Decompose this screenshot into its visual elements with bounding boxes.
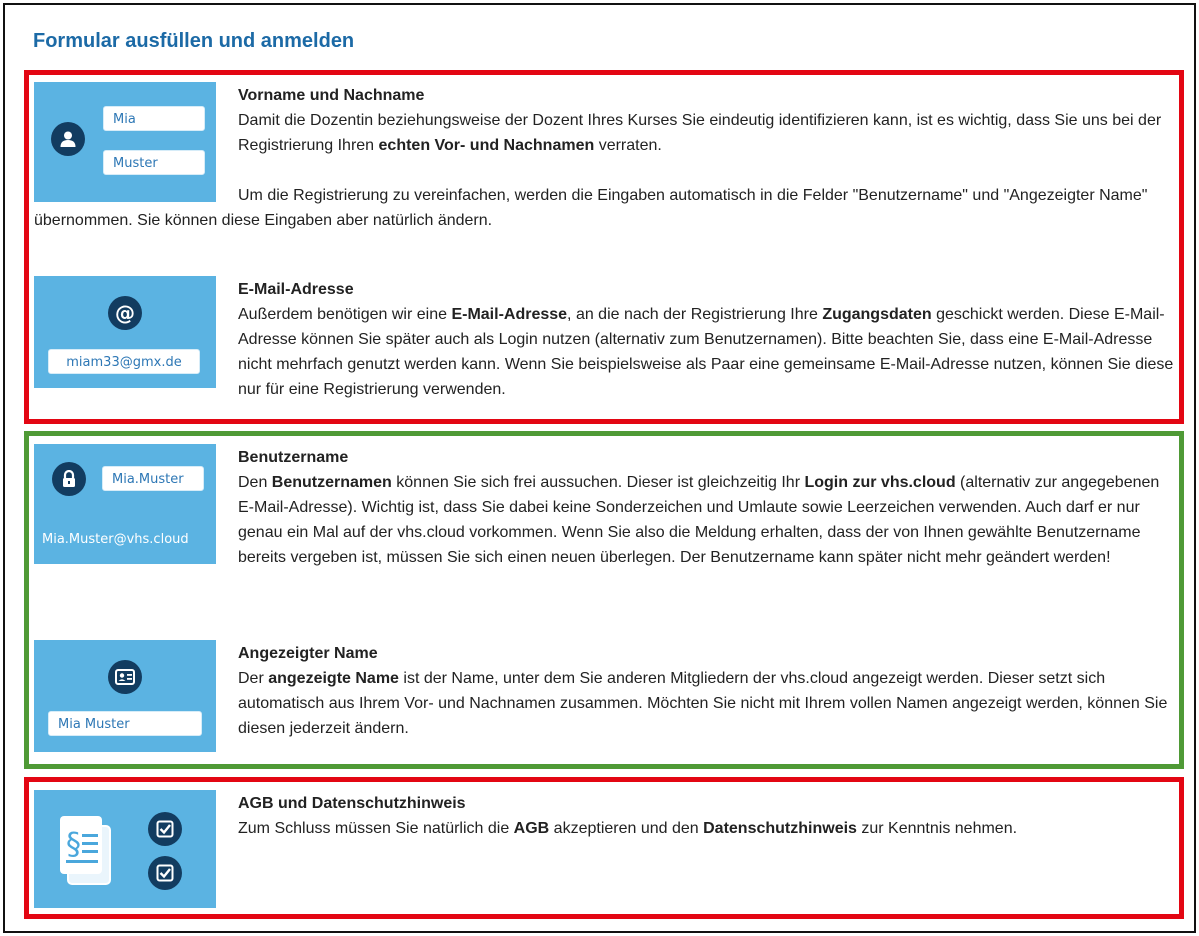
name-illustration: Mia Muster	[34, 82, 216, 202]
entry-display-name: Mia Muster Angezeigter Name Der angezeig…	[34, 640, 1174, 752]
checkbox-icon	[148, 856, 182, 890]
entry-username: Mia.Muster Mia.Muster@vhs.cloud Benutzer…	[34, 444, 1174, 570]
id-card-icon	[108, 660, 142, 694]
email-field: miam33@gmx.de	[48, 349, 200, 374]
username-illustration: Mia.Muster Mia.Muster@vhs.cloud	[34, 444, 216, 564]
at-icon: @	[108, 296, 142, 330]
lock-icon	[52, 462, 86, 496]
document-paragraph-icon: §	[56, 812, 126, 900]
entry-email: @ miam33@gmx.de E-Mail-Adresse Außerdem …	[34, 276, 1174, 402]
terms-illustration: §	[34, 790, 216, 908]
first-name-field: Mia	[103, 106, 205, 131]
checkbox-icon	[148, 812, 182, 846]
page-title: Formular ausfüllen und anmelden	[33, 30, 355, 52]
entry-name: Mia Muster Vorname und Nachname Damit di…	[34, 82, 1174, 233]
email-illustration: @ miam33@gmx.de	[34, 276, 216, 388]
entry-terms: § AGB und Datenschutzhinweis Zum Schluss…	[34, 790, 1174, 908]
display-name-illustration: Mia Muster	[34, 640, 216, 752]
svg-text:§: §	[66, 827, 81, 862]
login-address: Mia.Muster@vhs.cloud	[42, 532, 189, 547]
last-name-field: Muster	[103, 150, 205, 175]
username-field: Mia.Muster	[102, 466, 204, 491]
person-icon	[51, 122, 85, 156]
display-name-field: Mia Muster	[48, 711, 202, 736]
